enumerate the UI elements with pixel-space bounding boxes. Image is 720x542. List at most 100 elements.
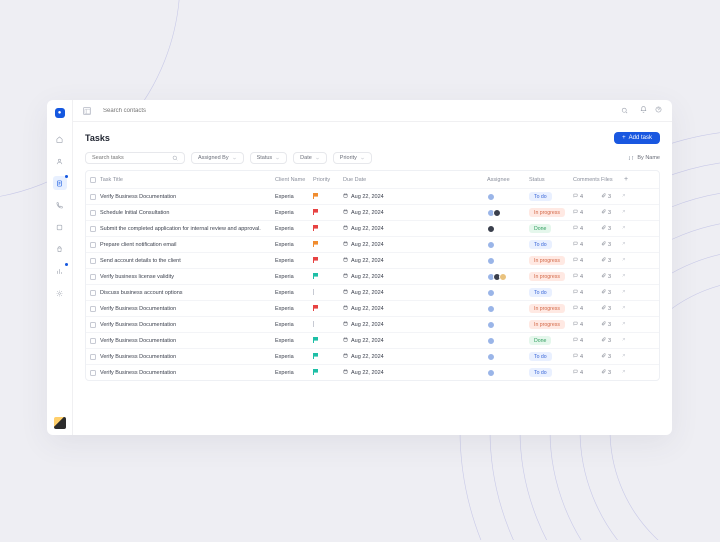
row-checkbox[interactable] [90, 226, 96, 232]
open-task-icon[interactable] [621, 209, 631, 216]
due-date-cell[interactable]: Aug 22, 2024 [343, 225, 427, 232]
nav-reports[interactable] [53, 264, 67, 278]
task-title[interactable]: Verify Business Documentation [100, 322, 275, 328]
task-title[interactable]: Schedule Initial Consultation [100, 210, 275, 216]
search-tasks[interactable] [85, 152, 185, 164]
task-title[interactable]: Verify Business Documentation [100, 354, 275, 360]
status-badge[interactable]: Done [529, 336, 551, 345]
search-tasks-input[interactable] [92, 155, 172, 161]
table-row[interactable]: Verify Business Documentation Experia Au… [86, 301, 659, 317]
row-checkbox[interactable] [90, 322, 96, 328]
status-badge[interactable]: To do [529, 368, 552, 377]
col-priority[interactable]: Priority [313, 177, 343, 183]
open-task-icon[interactable] [621, 369, 631, 376]
status-badge[interactable]: To do [529, 192, 552, 201]
due-date-cell[interactable]: Aug 22, 2024 [343, 369, 427, 376]
task-title[interactable]: Prepare client notification email [100, 242, 275, 248]
assignee-avatar[interactable] [487, 321, 495, 329]
task-title[interactable]: Discuss business account options [100, 290, 275, 296]
due-date-cell[interactable]: Aug 22, 2024 [343, 321, 427, 328]
open-task-icon[interactable] [621, 321, 631, 328]
assignees[interactable] [487, 257, 529, 265]
filter-priority[interactable]: Priority [333, 152, 372, 164]
table-row[interactable]: Verify Business Documentation Experia Au… [86, 365, 659, 380]
table-row[interactable]: Verify Business Documentation Experia Au… [86, 317, 659, 333]
priority-cell[interactable] [313, 193, 343, 201]
comments-cell[interactable]: 4 [573, 321, 601, 328]
status-badge[interactable]: To do [529, 240, 552, 249]
files-cell[interactable]: 3 [601, 321, 621, 328]
open-task-icon[interactable] [621, 225, 631, 232]
assignees[interactable] [487, 225, 529, 233]
comments-cell[interactable]: 4 [573, 209, 601, 216]
open-task-icon[interactable] [621, 241, 631, 248]
comments-cell[interactable]: 4 [573, 273, 601, 280]
due-date-cell[interactable]: Aug 22, 2024 [343, 353, 427, 360]
table-row[interactable]: Prepare client notification email Experi… [86, 237, 659, 253]
user-avatar[interactable] [54, 417, 66, 429]
global-search[interactable] [97, 107, 634, 114]
due-date-cell[interactable]: Aug 22, 2024 [343, 209, 427, 216]
comments-cell[interactable]: 4 [573, 225, 601, 232]
layout-toggle-icon[interactable] [83, 107, 91, 115]
row-checkbox[interactable] [90, 290, 96, 296]
files-cell[interactable]: 3 [601, 305, 621, 312]
task-title[interactable]: Verify Business Documentation [100, 194, 275, 200]
notifications-icon[interactable] [640, 106, 647, 115]
col-client[interactable]: Client Name [275, 177, 313, 183]
comments-cell[interactable]: 4 [573, 257, 601, 264]
status-badge[interactable]: In progress [529, 304, 565, 313]
task-title[interactable]: Verify Business Documentation [100, 370, 275, 376]
due-date-cell[interactable]: Aug 22, 2024 [343, 305, 427, 312]
task-title[interactable]: Verify Business Documentation [100, 306, 275, 312]
due-date-cell[interactable]: Aug 22, 2024 [343, 241, 427, 248]
comments-cell[interactable]: 4 [573, 193, 601, 200]
files-cell[interactable]: 3 [601, 353, 621, 360]
priority-cell[interactable] [313, 353, 343, 361]
col-due[interactable]: Due Date [343, 177, 427, 183]
task-title[interactable]: Verify business license validity [100, 274, 275, 280]
status-badge[interactable]: In progress [529, 272, 565, 281]
task-title[interactable]: Verify Business Documentation [100, 338, 275, 344]
row-checkbox[interactable] [90, 258, 96, 264]
priority-cell[interactable] [313, 241, 343, 249]
priority-cell[interactable] [313, 289, 343, 297]
table-row[interactable]: Verify business license validity Experia… [86, 269, 659, 285]
priority-cell[interactable] [313, 321, 343, 329]
files-cell[interactable]: 3 [601, 225, 621, 232]
files-cell[interactable]: 3 [601, 257, 621, 264]
global-search-input[interactable] [103, 108, 615, 114]
row-checkbox[interactable] [90, 274, 96, 280]
assignees[interactable] [487, 241, 529, 249]
assignee-avatar[interactable] [487, 353, 495, 361]
row-checkbox[interactable] [90, 370, 96, 376]
table-row[interactable]: Verify Business Documentation Experia Au… [86, 333, 659, 349]
priority-cell[interactable] [313, 225, 343, 233]
nav-home[interactable] [53, 132, 67, 146]
open-task-icon[interactable] [621, 257, 631, 264]
comments-cell[interactable]: 4 [573, 305, 601, 312]
comments-cell[interactable]: 4 [573, 337, 601, 344]
status-badge[interactable]: In progress [529, 208, 565, 217]
assignees[interactable] [487, 209, 529, 217]
table-row[interactable]: Send account details to the client Exper… [86, 253, 659, 269]
app-logo[interactable]: ● [55, 108, 65, 118]
comments-cell[interactable]: 4 [573, 369, 601, 376]
row-checkbox[interactable] [90, 210, 96, 216]
open-task-icon[interactable] [621, 353, 631, 360]
due-date-cell[interactable]: Aug 22, 2024 [343, 193, 427, 200]
comments-cell[interactable]: 4 [573, 353, 601, 360]
nav-calls[interactable] [53, 198, 67, 212]
files-cell[interactable]: 3 [601, 193, 621, 200]
files-cell[interactable]: 3 [601, 337, 621, 344]
files-cell[interactable]: 3 [601, 241, 621, 248]
assignee-avatar[interactable] [499, 273, 507, 281]
assignee-avatar[interactable] [487, 193, 495, 201]
open-task-icon[interactable] [621, 305, 631, 312]
row-checkbox[interactable] [90, 242, 96, 248]
row-checkbox[interactable] [90, 338, 96, 344]
filter-status[interactable]: Status [250, 152, 288, 164]
priority-cell[interactable] [313, 369, 343, 377]
task-title[interactable]: Send account details to the client [100, 258, 275, 264]
priority-cell[interactable] [313, 209, 343, 217]
